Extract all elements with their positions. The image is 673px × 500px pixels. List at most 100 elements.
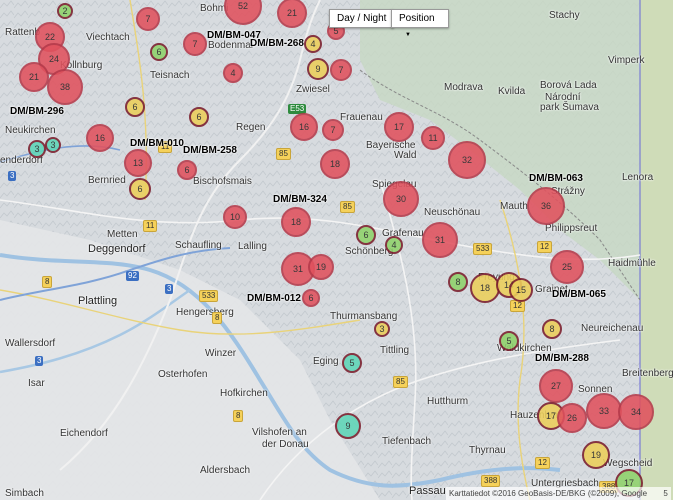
station-label: DM/BM-288: [535, 353, 589, 364]
road-shield: 85: [393, 376, 408, 388]
cluster-marker[interactable]: 9: [307, 58, 329, 80]
cluster-marker[interactable]: 3: [45, 137, 61, 153]
cluster-marker[interactable]: 10: [223, 205, 247, 229]
place-label: Stachy: [549, 10, 580, 21]
road-shield: 3: [8, 171, 17, 181]
station-label: DM/BM-063: [529, 173, 583, 184]
station-label: DM/BM-012: [247, 293, 301, 304]
road-shield: 12: [535, 457, 550, 469]
cluster-marker[interactable]: 31: [422, 222, 458, 258]
place-label: Tittling: [380, 345, 410, 356]
place-label: Philippsreut: [545, 223, 598, 234]
place-label: Neureichenau: [581, 323, 644, 334]
attribution-extra: 5: [663, 489, 668, 498]
cluster-marker[interactable]: 6: [150, 43, 168, 61]
station-label: DM/BM-268: [250, 38, 304, 49]
place-label: Tiefenbach: [382, 436, 432, 447]
cluster-marker[interactable]: 30: [383, 181, 419, 217]
place-label: Bischofsmais: [193, 176, 252, 187]
cluster-marker[interactable]: 7: [183, 32, 207, 56]
position-dropdown[interactable]: Position ▼: [391, 9, 449, 38]
station-label: DM/BM-296: [10, 106, 64, 117]
place-label: Frauenau: [340, 112, 383, 123]
station-label: DM/BM-010: [130, 138, 184, 149]
place-label: Metten: [107, 229, 138, 240]
cluster-marker[interactable]: 7: [136, 7, 160, 31]
place-label: Osterhofen: [158, 369, 208, 380]
road-shield: 3: [165, 284, 174, 294]
place-label: Mauth: [500, 201, 528, 212]
cluster-marker[interactable]: 11: [421, 126, 445, 150]
cluster-marker[interactable]: 13: [124, 149, 152, 177]
cluster-marker[interactable]: 19: [582, 441, 610, 469]
cluster-marker[interactable]: 6: [189, 107, 209, 127]
cluster-marker[interactable]: 38: [47, 69, 83, 105]
road-shield: 85: [340, 201, 355, 213]
cluster-marker[interactable]: 36: [527, 187, 565, 225]
place-label: Breitenberg: [622, 368, 673, 379]
cluster-marker[interactable]: 16: [290, 113, 318, 141]
cluster-marker[interactable]: 21: [19, 62, 49, 92]
cluster-marker[interactable]: 6: [302, 289, 320, 307]
cluster-marker[interactable]: 18: [320, 149, 350, 179]
cluster-marker[interactable]: 4: [223, 63, 243, 83]
position-label: Position: [399, 13, 435, 24]
cluster-marker[interactable]: 4: [304, 35, 322, 53]
place-label: Vimperk: [608, 55, 645, 66]
place-label: park Šumava: [540, 102, 599, 113]
cluster-marker[interactable]: 6: [129, 178, 151, 200]
cluster-marker[interactable]: 15: [509, 278, 533, 302]
cluster-marker[interactable]: 8: [542, 319, 562, 339]
cluster-marker[interactable]: 34: [618, 394, 654, 430]
place-label: Wegscheid: [603, 458, 653, 469]
place-label: Wald: [394, 150, 417, 161]
road-shield: 3: [35, 356, 44, 366]
cluster-marker[interactable]: 9: [335, 413, 361, 439]
place-label: Haidmühle: [608, 258, 656, 269]
cluster-marker[interactable]: 6: [177, 160, 197, 180]
place-label: Kvilda: [498, 86, 526, 97]
place-label: Winzer: [205, 348, 237, 359]
place-label: Passau: [409, 485, 446, 497]
cluster-marker[interactable]: 18: [281, 207, 311, 237]
place-label: Zwiesel: [296, 84, 330, 95]
day-night-label: Day / Night: [337, 13, 387, 24]
cluster-marker[interactable]: 7: [322, 119, 344, 141]
attribution-text: Karttatiedot ©2016 GeoBasis-DE/BKG (©200…: [449, 489, 648, 498]
cluster-marker[interactable]: 5: [342, 353, 362, 373]
cluster-marker[interactable]: 2: [57, 3, 73, 19]
cluster-marker[interactable]: 7: [330, 59, 352, 81]
road-shield: 388: [481, 475, 501, 487]
day-night-toggle[interactable]: Day / Night: [329, 9, 395, 28]
cluster-marker[interactable]: 32: [448, 141, 486, 179]
cluster-marker[interactable]: 5: [499, 331, 519, 351]
road-shield: 11: [143, 220, 158, 232]
cluster-marker[interactable]: 6: [356, 225, 376, 245]
cluster-marker[interactable]: 19: [308, 254, 334, 280]
map-attribution[interactable]: Karttatiedot ©2016 GeoBasis-DE/BKG (©200…: [446, 487, 671, 500]
place-label: Hengersberg: [176, 307, 234, 318]
place-label: Neuschönau: [424, 207, 481, 218]
road-shield: 85: [276, 148, 291, 160]
road-shield: 533: [473, 243, 493, 255]
place-label: Bernried: [88, 175, 126, 186]
cluster-marker[interactable]: 6: [125, 97, 145, 117]
place-label: Aldersbach: [200, 465, 251, 476]
place-label: Modrava: [444, 82, 483, 93]
cluster-marker[interactable]: 27: [539, 369, 573, 403]
place-label: Borová Lada: [540, 80, 597, 91]
cluster-marker[interactable]: 8: [448, 272, 468, 292]
cluster-marker[interactable]: 17: [384, 112, 414, 142]
cluster-marker[interactable]: 33: [586, 393, 622, 429]
cluster-marker[interactable]: 3: [374, 321, 390, 337]
cluster-marker[interactable]: 16: [86, 124, 114, 152]
place-label: Viechtach: [86, 32, 130, 43]
road-shield: 8: [212, 312, 223, 324]
road-shield: 12: [537, 241, 552, 253]
cluster-marker[interactable]: 25: [550, 250, 584, 284]
cluster-marker[interactable]: 4: [385, 236, 403, 254]
cluster-marker[interactable]: 3: [28, 140, 46, 158]
cluster-marker[interactable]: 26: [557, 403, 587, 433]
place-label: Plattling: [78, 295, 118, 307]
road-shield: 8: [42, 276, 53, 288]
